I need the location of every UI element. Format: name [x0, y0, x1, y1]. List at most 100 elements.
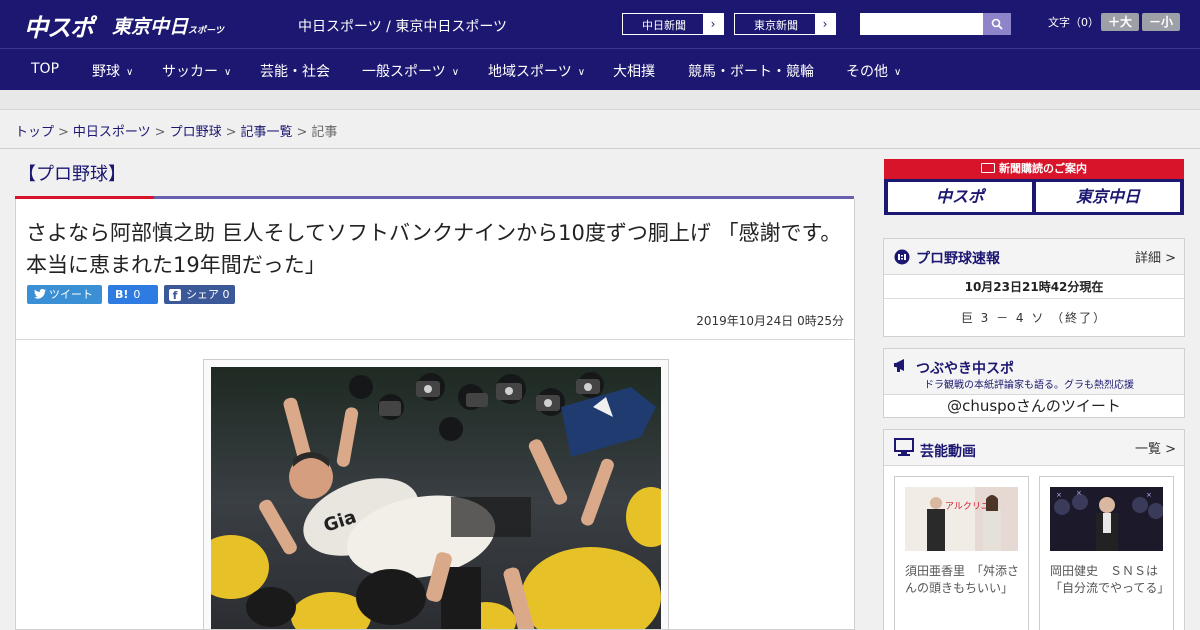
- tweets-link[interactable]: @chuspoさんのツイート: [884, 395, 1184, 416]
- promo-chuspo-logo[interactable]: 中スポ: [888, 182, 1032, 212]
- facebook-share-count: 0: [222, 288, 230, 301]
- breadcrumb: トップ > 中日スポーツ > プロ野球 > 記事一覧 > 記事: [15, 121, 337, 140]
- chevron-down-icon: ∨: [224, 67, 232, 78]
- celebration-photo-image: Gia: [211, 367, 661, 629]
- score-box-title: プロ野球速報: [916, 251, 1000, 267]
- promo-title-text: 新聞購読のご案内: [999, 162, 1087, 175]
- video-caption: 岡田健史 ＳＮＳは「自分流でやってる」: [1050, 564, 1170, 595]
- score-divider: [884, 298, 1184, 299]
- nav-item-top[interactable]: TOP: [31, 61, 59, 77]
- article-photo[interactable]: Gia: [211, 367, 661, 629]
- chunichi-shimbun-button[interactable]: 中日新聞 ›: [622, 13, 724, 35]
- font-smaller-button[interactable]: －小: [1142, 13, 1180, 31]
- promo-tokyo-chunichi-logo[interactable]: 東京中日: [1036, 182, 1180, 212]
- svg-text:×: ×: [1056, 491, 1062, 499]
- tsubuyaki-title[interactable]: つぶやき中スポ: [916, 358, 1014, 378]
- breadcrumb-top[interactable]: トップ: [15, 125, 54, 140]
- svg-text:×: ×: [1146, 491, 1152, 499]
- nav-label: 地域スポーツ: [488, 64, 572, 80]
- search-icon: [991, 18, 1003, 30]
- facebook-icon: f: [169, 289, 181, 302]
- video-caption: 須田亜香里 「舛添さんの頭きもちいい」: [905, 564, 1020, 595]
- video-card[interactable]: × × × 岡田健史 ＳＮＳは「自分流でやってる」: [1039, 476, 1174, 630]
- article-divider: [16, 339, 854, 340]
- nav-label: 野球: [92, 64, 120, 80]
- breadcrumb-pro-baseball[interactable]: プロ野球: [170, 125, 222, 140]
- article-category: 【プロ野球】: [18, 164, 126, 185]
- site-title-link[interactable]: 中日スポーツ / 東京中日スポーツ: [298, 16, 507, 36]
- tweet-label: ツイート: [49, 288, 93, 301]
- nav-item-baseball[interactable]: 野球 ∨: [92, 61, 133, 81]
- tokyo-shimbun-button[interactable]: 東京新聞 ›: [734, 13, 836, 35]
- hatena-count: 0: [133, 288, 141, 301]
- score-updated-time: 10月23日21時42分現在: [964, 280, 1104, 294]
- video-list-link[interactable]: 一覧 >: [1135, 438, 1176, 457]
- chuspo-logo[interactable]: 中スポ: [24, 8, 94, 43]
- tsubuyaki-subtitle: ドラ観戦の本紙評論家も語る。グラも熱烈応援: [924, 380, 1134, 391]
- video-thumbnail-image: アルクリニ: [905, 487, 1018, 551]
- tokyo-logo-small: スポーツ: [188, 26, 224, 36]
- search-input[interactable]: [860, 13, 983, 35]
- nav-label: 大相撲: [613, 64, 655, 80]
- nav-label: サッカー: [162, 64, 218, 80]
- subscription-promo[interactable]: 新聞購読のご案内 中スポ 東京中日: [884, 159, 1184, 215]
- video-thumbnail: アルクリニ: [905, 487, 1018, 551]
- newspaper-icon: [981, 163, 995, 173]
- entertainment-video-box: 芸能動画 一覧 > アルクリニ 須田亜香里 「舛添さんの頭きもちいい」 × × ×: [883, 429, 1185, 630]
- chevron-right-icon: ›: [815, 14, 835, 34]
- score-result[interactable]: 巨 3 － 4 ソ （終了）: [884, 309, 1184, 326]
- font-larger-button[interactable]: ＋大: [1101, 13, 1139, 31]
- video-card[interactable]: アルクリニ 須田亜香里 「舛添さんの頭きもちいい」: [894, 476, 1029, 630]
- chevron-down-icon: ∨: [451, 67, 460, 78]
- nav-label: 芸能・社会: [260, 64, 330, 80]
- chevron-down-icon: ∨: [894, 67, 902, 78]
- nav-item-general-sports[interactable]: 一般スポーツ ∨: [362, 61, 459, 81]
- breadcrumb-separator: >: [58, 125, 69, 140]
- breadcrumb-divider: [0, 148, 1200, 149]
- pro-baseball-score-box: プロ野球速報 詳細 > 10月23日21時42分現在 巨 3 － 4 ソ （終了…: [883, 238, 1185, 337]
- megaphone-icon: [894, 359, 904, 372]
- sub-nav-bar: [0, 90, 1200, 110]
- score-details-link[interactable]: 詳細 >: [1135, 247, 1176, 266]
- breadcrumb-separator: >: [296, 125, 308, 140]
- video-box-header: 芸能動画 一覧 >: [884, 430, 1184, 466]
- chevron-right-icon: ›: [703, 14, 723, 34]
- font-size-label: 文字（0）: [1048, 16, 1099, 29]
- score-box-header: プロ野球速報 詳細 >: [884, 239, 1184, 275]
- tokyo-chunichi-logo[interactable]: 東京中日スポーツ: [112, 12, 224, 39]
- search-button[interactable]: [983, 13, 1011, 35]
- article-photo-frame: Gia: [203, 359, 669, 629]
- facebook-share-label: シェア: [186, 288, 219, 301]
- nav-item-soccer[interactable]: サッカー ∨: [162, 61, 231, 81]
- nav-item-other[interactable]: その他 ∨: [846, 61, 901, 81]
- nav-item-racing[interactable]: 競馬・ボート・競輪: [688, 61, 814, 81]
- twitter-bird-icon: [34, 288, 46, 299]
- site-header: 中スポ 東京中日スポーツ 中日スポーツ / 東京中日スポーツ 中日新聞 › 東京…: [0, 0, 1200, 48]
- video-thumbnail-image: × × ×: [1050, 487, 1163, 551]
- hatena-bookmark-button[interactable]: B! 0: [108, 285, 158, 304]
- tweet-button[interactable]: ツイート: [27, 285, 102, 304]
- tsubuyaki-header: つぶやき中スポ ドラ観戦の本紙評論家も語る。グラも熱烈応援: [884, 349, 1184, 395]
- breadcrumb-article-list[interactable]: 記事一覧: [241, 125, 293, 140]
- hatena-bookmark-icon: B!: [115, 288, 129, 301]
- nav-label: 一般スポーツ: [362, 64, 446, 80]
- chevron-down-icon: ∨: [126, 67, 134, 78]
- breadcrumb-current: 記事: [311, 125, 338, 140]
- article-body: さよなら阿部慎之助 巨人そしてソフトバンクナインから10度ずつ胴上げ 「感謝です…: [15, 199, 855, 630]
- tokyo-shimbun-label: 東京新聞: [754, 19, 798, 32]
- monitor-icon: [894, 438, 914, 456]
- svg-text:×: ×: [1076, 489, 1082, 497]
- nav-item-local-sports[interactable]: 地域スポーツ ∨: [488, 61, 585, 81]
- nav-item-sumo[interactable]: 大相撲: [613, 61, 655, 81]
- video-box-title: 芸能動画: [920, 444, 976, 460]
- facebook-share-button[interactable]: f シェア 0: [164, 285, 235, 304]
- main-nav: TOP 野球 ∨ サッカー ∨ 芸能・社会 一般スポーツ ∨ 地域スポーツ ∨ 大相撲 …: [0, 48, 1200, 90]
- nav-item-entertainment[interactable]: 芸能・社会: [260, 61, 330, 81]
- breadcrumb-chunichi-sports[interactable]: 中日スポーツ: [73, 125, 151, 140]
- nav-label: 競馬・ボート・競輪: [688, 64, 814, 80]
- nav-label: TOP: [31, 61, 60, 77]
- article-datetime: 2019年10月24日 0時25分: [696, 314, 844, 328]
- baseball-scoreboard-icon: [894, 249, 910, 265]
- breadcrumb-separator: >: [154, 125, 166, 140]
- nav-label: その他: [846, 64, 888, 80]
